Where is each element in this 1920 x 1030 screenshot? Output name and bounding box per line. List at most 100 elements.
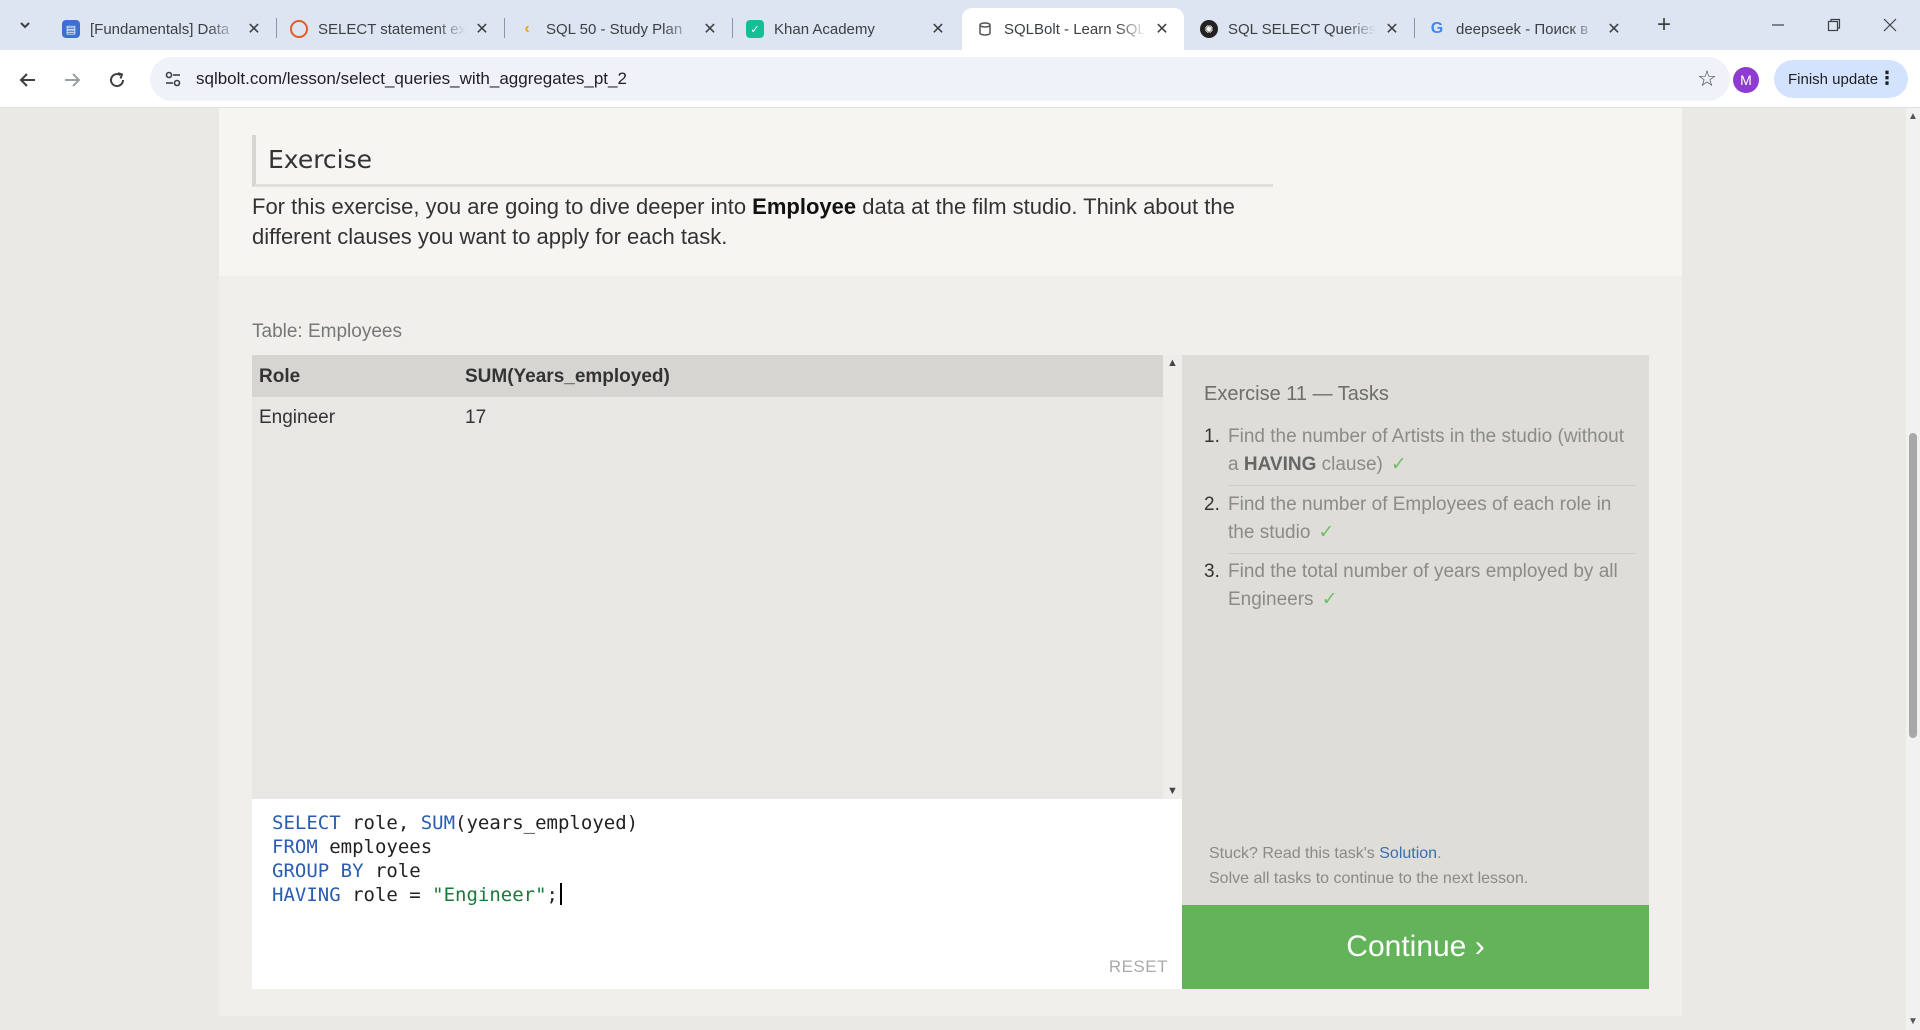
tab-sql-select-queries[interactable]: ✺ SQL SELECT Queries ✕ bbox=[1186, 8, 1414, 50]
tab-sql50[interactable]: ‹ SQL 50 - Study Plan ✕ bbox=[504, 8, 732, 50]
text-cursor bbox=[560, 883, 562, 905]
tab-title: deepseek - Поиск в bbox=[1456, 20, 1589, 38]
task-number: 3. bbox=[1204, 561, 1220, 582]
tab-sqlbolt[interactable]: SQLBolt - Learn SQL ✕ bbox=[962, 8, 1184, 50]
divider bbox=[1228, 485, 1636, 486]
table-cell: Engineer bbox=[259, 407, 336, 428]
task-number: 1. bbox=[1204, 426, 1220, 447]
check-icon: ✓ bbox=[1390, 454, 1407, 475]
database-icon bbox=[976, 20, 994, 38]
forward-button[interactable] bbox=[56, 64, 88, 96]
table-row: Engineer 17 bbox=[252, 397, 1163, 437]
restore-button[interactable] bbox=[1806, 0, 1862, 50]
reload-button[interactable] bbox=[101, 64, 133, 96]
book-icon: ▤ bbox=[62, 20, 80, 38]
sql-text: ; bbox=[546, 884, 558, 906]
sql-keyword: GROUP BY bbox=[272, 860, 364, 882]
intro-text: For this exercise, you are going to dive… bbox=[252, 194, 753, 219]
scrollbar-thumb[interactable] bbox=[1909, 433, 1917, 738]
table-cell: 17 bbox=[465, 407, 487, 428]
close-tab-icon[interactable]: ✕ bbox=[928, 19, 948, 39]
exercise-area: Table: Employees Role SUM(Years_employed… bbox=[219, 276, 1682, 1016]
arrow-right-icon bbox=[65, 73, 81, 87]
tab-title: SQL SELECT Queries bbox=[1228, 20, 1376, 38]
reset-button[interactable]: RESET bbox=[1109, 957, 1168, 977]
url-text[interactable]: sqlbolt.com/lesson/select_queries_with_a… bbox=[196, 69, 627, 89]
sql-text: role, bbox=[340, 812, 421, 834]
close-tab-icon[interactable]: ✕ bbox=[700, 19, 720, 39]
table-caption: Table: Employees bbox=[252, 321, 402, 342]
close-tab-icon[interactable]: ✕ bbox=[472, 19, 492, 39]
task-item: 1. Find the number of Artists in the stud… bbox=[1204, 423, 1636, 479]
back-button[interactable] bbox=[12, 64, 44, 96]
new-tab-button[interactable]: + bbox=[1650, 11, 1678, 39]
sql-text: (years_employed) bbox=[455, 812, 639, 834]
finish-update-label: Finish update bbox=[1788, 70, 1879, 88]
tab-title: Khan Academy bbox=[774, 20, 875, 38]
minimize-icon bbox=[1772, 24, 1784, 26]
sql-text: role = bbox=[340, 884, 433, 906]
site-settings-icon[interactable] bbox=[162, 68, 184, 90]
exercise-header: Exercise bbox=[252, 135, 1273, 187]
stuck-line-2: Solve all tasks to continue to the next … bbox=[1209, 870, 1529, 887]
scroll-down-icon[interactable]: ▼ bbox=[1908, 1016, 1918, 1027]
tasks-panel: Exercise 11 — Tasks 1. Find the number of… bbox=[1182, 355, 1649, 905]
chevron-down-icon bbox=[20, 22, 30, 29]
reload-icon bbox=[110, 72, 125, 88]
task-text-end: clause) bbox=[1316, 454, 1383, 475]
sql-keyword: SELECT bbox=[272, 812, 341, 834]
tab-title: [Fundamentals] Data bbox=[90, 20, 230, 38]
tab-khan-academy[interactable]: ✓ Khan Academy ✕ bbox=[732, 8, 960, 50]
page-scrollbar[interactable]: ▲ ▼ bbox=[1906, 108, 1920, 1030]
scroll-up-icon[interactable]: ▲ bbox=[1167, 357, 1178, 369]
close-window-button[interactable] bbox=[1862, 0, 1918, 50]
openai-icon: ✺ bbox=[1200, 20, 1218, 38]
close-icon bbox=[1883, 18, 1897, 32]
sql-editor[interactable]: SELECT role, SUM(years_employed) FROM em… bbox=[252, 799, 1182, 989]
google-icon: G bbox=[1430, 20, 1444, 37]
scroll-down-icon[interactable]: ▼ bbox=[1167, 785, 1178, 797]
sql-code[interactable]: SELECT role, SUM(years_employed) FROM em… bbox=[272, 811, 638, 907]
sql-text: role bbox=[363, 860, 421, 882]
page-viewport: Exercise For this exercise, you are goin… bbox=[0, 108, 1906, 1030]
sql-keyword: SUM bbox=[420, 812, 456, 834]
check-icon: ✓ bbox=[1318, 522, 1335, 543]
bookmark-star-icon[interactable]: ☆ bbox=[1694, 66, 1720, 92]
exercise-heading: Exercise bbox=[268, 145, 373, 174]
task-text: Find the number of Employees of each rol… bbox=[1228, 494, 1612, 543]
scroll-up-icon[interactable]: ▲ bbox=[1908, 111, 1918, 122]
task-number: 2. bbox=[1204, 494, 1220, 515]
tab-title: SQL 50 - Study Plan bbox=[546, 20, 683, 38]
intro-bold: Employee bbox=[752, 194, 857, 219]
task-item: 2. Find the number of Employees of each r… bbox=[1204, 491, 1636, 547]
close-tab-icon[interactable]: ✕ bbox=[244, 19, 264, 39]
task-bold: HAVING bbox=[1243, 454, 1317, 475]
tab-title: SQLBolt - Learn SQL bbox=[1004, 20, 1146, 38]
check-icon: ✓ bbox=[1321, 589, 1338, 610]
results-scrollbar[interactable]: ▲ ▼ bbox=[1163, 355, 1182, 799]
finish-update-button[interactable]: Finish update ⋮ bbox=[1774, 60, 1908, 98]
exercise-intro: For this exercise, you are going to dive… bbox=[252, 192, 1262, 252]
tab-select-statement[interactable]: SELECT statement ex ✕ bbox=[276, 8, 504, 50]
tab-title: SELECT statement ex bbox=[318, 20, 466, 38]
restore-icon bbox=[1827, 18, 1841, 32]
results-header-row: Role SUM(Years_employed) bbox=[252, 355, 1163, 397]
sql-text: employees bbox=[317, 836, 433, 858]
close-tab-icon[interactable]: ✕ bbox=[1604, 19, 1624, 39]
profile-avatar[interactable]: M bbox=[1733, 67, 1759, 93]
continue-button[interactable]: Continue › bbox=[1182, 905, 1649, 989]
close-tab-icon[interactable]: ✕ bbox=[1382, 19, 1402, 39]
content-bottom-edge bbox=[219, 1016, 1682, 1030]
task-item: 3. Find the total number of years employe… bbox=[1204, 558, 1636, 614]
address-bar[interactable]: sqlbolt.com/lesson/select_queries_with_a… bbox=[150, 57, 1730, 101]
tab-search-button[interactable] bbox=[10, 11, 40, 39]
browser-toolbar: sqlbolt.com/lesson/select_queries_with_a… bbox=[0, 50, 1920, 108]
stuck-text-end: . bbox=[1437, 845, 1442, 862]
tab-deepseek[interactable]: G deepseek - Поиск в ✕ bbox=[1414, 8, 1636, 50]
close-tab-icon[interactable]: ✕ bbox=[1152, 19, 1172, 39]
tab-strip: ▤ [Fundamentals] Data ✕ SELECT statement… bbox=[0, 0, 1920, 50]
leetcode-icon: ‹ bbox=[524, 20, 530, 37]
solution-link[interactable]: Solution bbox=[1379, 845, 1437, 862]
tab-fundamentals[interactable]: ▤ [Fundamentals] Data ✕ bbox=[48, 8, 276, 50]
minimize-button[interactable] bbox=[1750, 0, 1806, 50]
